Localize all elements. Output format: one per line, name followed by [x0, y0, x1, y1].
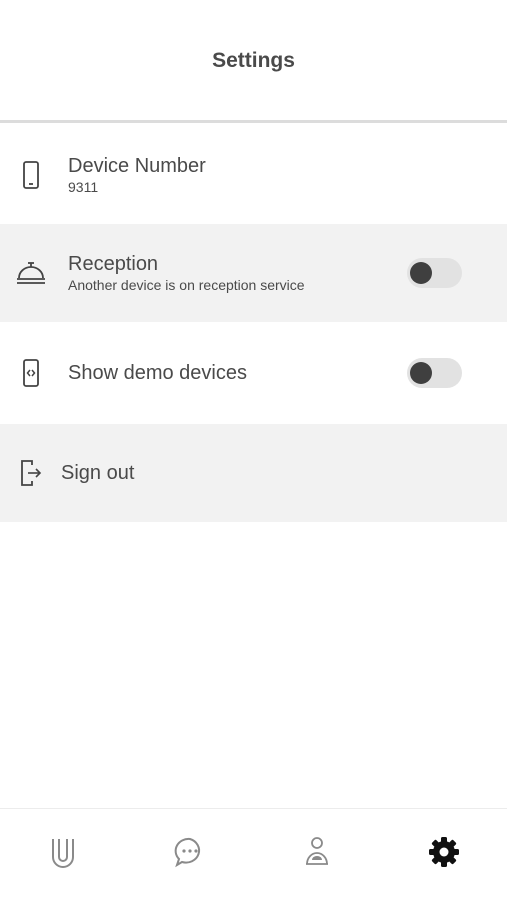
tab-messages[interactable]: [127, 809, 254, 900]
reception-label: Reception: [68, 253, 159, 275]
reception-toggle-knob: [410, 262, 432, 284]
reception-row: Reception Another device is on reception…: [0, 224, 507, 322]
header: Settings: [0, 0, 507, 123]
device-number-label: Device Number: [68, 154, 206, 177]
demo-devices-row: Show demo devices: [0, 322, 507, 424]
gear-icon: [428, 836, 460, 873]
device-number-row: Device Number 9311: [0, 125, 507, 224]
demo-devices-label: Show demo devices: [68, 362, 247, 384]
person-icon: [304, 836, 330, 873]
bottom-tab-bar: [0, 808, 507, 900]
code-device-icon: [14, 356, 48, 390]
sign-out-label: Sign out: [61, 462, 135, 484]
device-number-value: 9311: [68, 178, 99, 195]
demo-devices-text: Show demo devices: [68, 361, 247, 385]
sign-out-icon: [14, 456, 48, 490]
tab-settings[interactable]: [380, 809, 507, 900]
u-logo-icon: [49, 835, 77, 874]
tab-home[interactable]: [0, 809, 127, 900]
reception-subtitle: Another device is on reception service: [68, 277, 305, 293]
reception-toggle[interactable]: [407, 258, 462, 288]
reception-bell-icon: [14, 256, 48, 290]
sign-out-text: Sign out: [61, 461, 134, 485]
device-number-text: Device Number 9311: [68, 154, 206, 196]
phone-icon: [14, 158, 48, 192]
sign-out-row[interactable]: Sign out: [0, 424, 507, 522]
demo-devices-toggle[interactable]: [407, 358, 462, 388]
demo-devices-toggle-knob: [410, 362, 432, 384]
settings-screen: Settings Device Number 9311 Reception An…: [0, 0, 507, 900]
tab-reception[interactable]: [254, 809, 381, 900]
page-title: Settings: [212, 49, 295, 72]
chat-icon: [174, 836, 206, 873]
reception-text: Reception Another device is on reception…: [68, 252, 305, 294]
